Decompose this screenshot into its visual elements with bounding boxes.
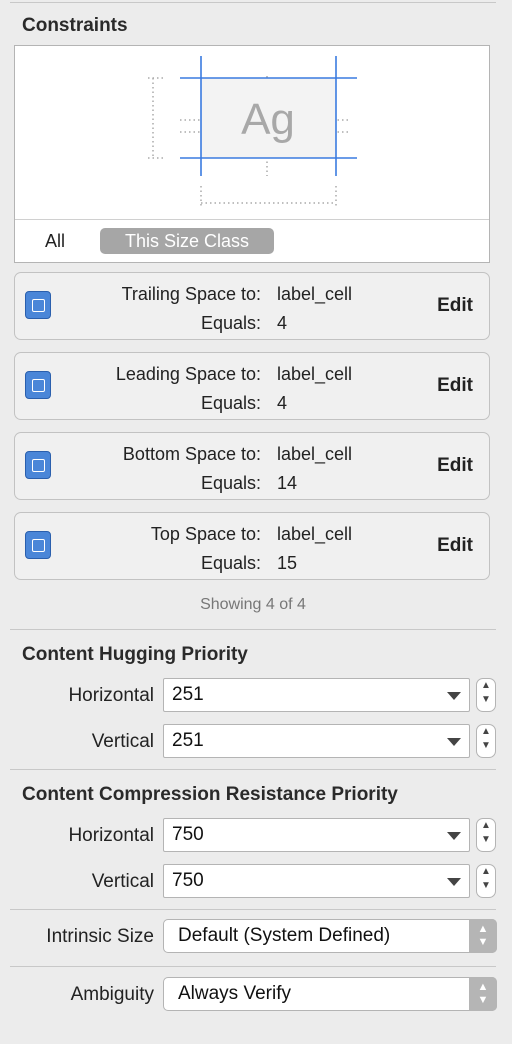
constraints-title: Constraints [22,15,128,36]
constraint-row-bottom[interactable]: Bottom Space to: label_cell Equals: 14 E… [14,432,490,500]
intrinsic-size-value: Default (System Defined) [178,925,391,946]
popup-chevrons-icon[interactable]: ▲ ▼ [469,977,497,1011]
divider [10,629,496,630]
constraint-label: Leading Space to: [115,364,261,384]
constraint-label: Trailing Space to: [121,284,261,304]
compression-vertical-combo[interactable]: 750 [163,864,470,898]
hugging-horizontal-value: 251 [172,684,204,705]
stepper-up-icon[interactable]: ▲ [481,680,491,691]
constraint-row-leading[interactable]: Leading Space to: label_cell Equals: 4 E… [14,352,490,420]
chevron-down-icon[interactable] [447,692,461,700]
popup-chevrons-icon[interactable]: ▲ ▼ [469,919,497,953]
top-divider [10,2,496,3]
constraint-value: 15 [277,553,298,573]
stepper-up-icon[interactable]: ▲ [481,866,491,877]
tab-all[interactable]: All [45,231,65,252]
chevron-down-icon[interactable] [447,738,461,746]
hugging-horizontal-combo[interactable]: 251 [163,678,470,712]
hugging-horizontal-stepper[interactable]: ▲ ▼ [476,678,496,712]
constraint-label: Top Space to: [150,524,261,544]
equals-label: Equals: [200,393,261,413]
compression-vertical-label: Vertical [91,871,154,892]
hugging-title: Content Hugging Priority [22,644,248,665]
top-space-icon [25,531,51,559]
equals-label: Equals: [200,473,261,493]
constraints-preview: Ag All This Size Class [14,45,490,263]
ambiguity-value: Always Verify [178,983,291,1004]
divider [10,909,496,910]
hugging-vertical-combo[interactable]: 251 [163,724,470,758]
intrinsic-size-popup[interactable]: Default (System Defined) ▲ ▼ [163,919,497,953]
tab-this-size-class[interactable]: This Size Class [100,228,274,254]
compression-horizontal-value: 750 [172,824,204,845]
stepper-down-icon[interactable]: ▼ [481,694,491,705]
constraint-value: 14 [277,473,298,493]
edit-button[interactable]: Edit [437,535,473,557]
trailing-space-icon [25,291,51,319]
hugging-vertical-stepper[interactable]: ▲ ▼ [476,724,496,758]
constraint-target: label_cell [277,524,353,544]
constraint-target: label_cell [277,364,353,384]
compression-horizontal-label: Horizontal [68,825,154,846]
compression-vertical-stepper[interactable]: ▲ ▼ [476,864,496,898]
hugging-vertical-label: Vertical [91,731,154,752]
equals-label: Equals: [200,313,261,333]
preview-text: Ag [241,95,295,144]
hugging-horizontal-label: Horizontal [68,685,154,706]
divider [10,966,496,967]
compression-horizontal-stepper[interactable]: ▲ ▼ [476,818,496,852]
chevron-down-icon[interactable] [447,878,461,886]
stepper-up-icon[interactable]: ▲ [481,820,491,831]
stepper-down-icon[interactable]: ▼ [481,834,491,845]
constraint-target: label_cell [277,284,353,304]
compression-title: Content Compression Resistance Priority [22,784,398,805]
stepper-down-icon[interactable]: ▼ [481,880,491,891]
constraint-row-trailing[interactable]: Trailing Space to: label_cell Equals: 4 … [14,272,490,340]
hugging-vertical-value: 251 [172,730,204,751]
compression-vertical-value: 750 [172,870,204,891]
edit-button[interactable]: Edit [437,375,473,397]
size-class-tabs: All This Size Class [15,219,489,262]
constraint-target: label_cell [277,444,353,464]
constraint-label: Bottom Space to: [122,444,261,464]
constraint-diagram: Ag [148,56,357,206]
stepper-down-icon[interactable]: ▼ [481,740,491,751]
constraint-value: 4 [277,313,288,333]
constraint-row-top[interactable]: Top Space to: label_cell Equals: 15 Edit [14,512,490,580]
divider [10,769,496,770]
constraint-value: 4 [277,393,288,413]
compression-horizontal-combo[interactable]: 750 [163,818,470,852]
leading-space-icon [25,371,51,399]
equals-label: Equals: [200,553,261,573]
edit-button[interactable]: Edit [437,295,473,317]
ambiguity-label: Ambiguity [70,984,154,1005]
intrinsic-size-label: Intrinsic Size [46,926,154,947]
showing-count: Showing 4 of 4 [200,596,306,613]
edit-button[interactable]: Edit [437,455,473,477]
bottom-space-icon [25,451,51,479]
chevron-down-icon[interactable] [447,832,461,840]
ambiguity-popup[interactable]: Always Verify ▲ ▼ [163,977,497,1011]
stepper-up-icon[interactable]: ▲ [481,726,491,737]
